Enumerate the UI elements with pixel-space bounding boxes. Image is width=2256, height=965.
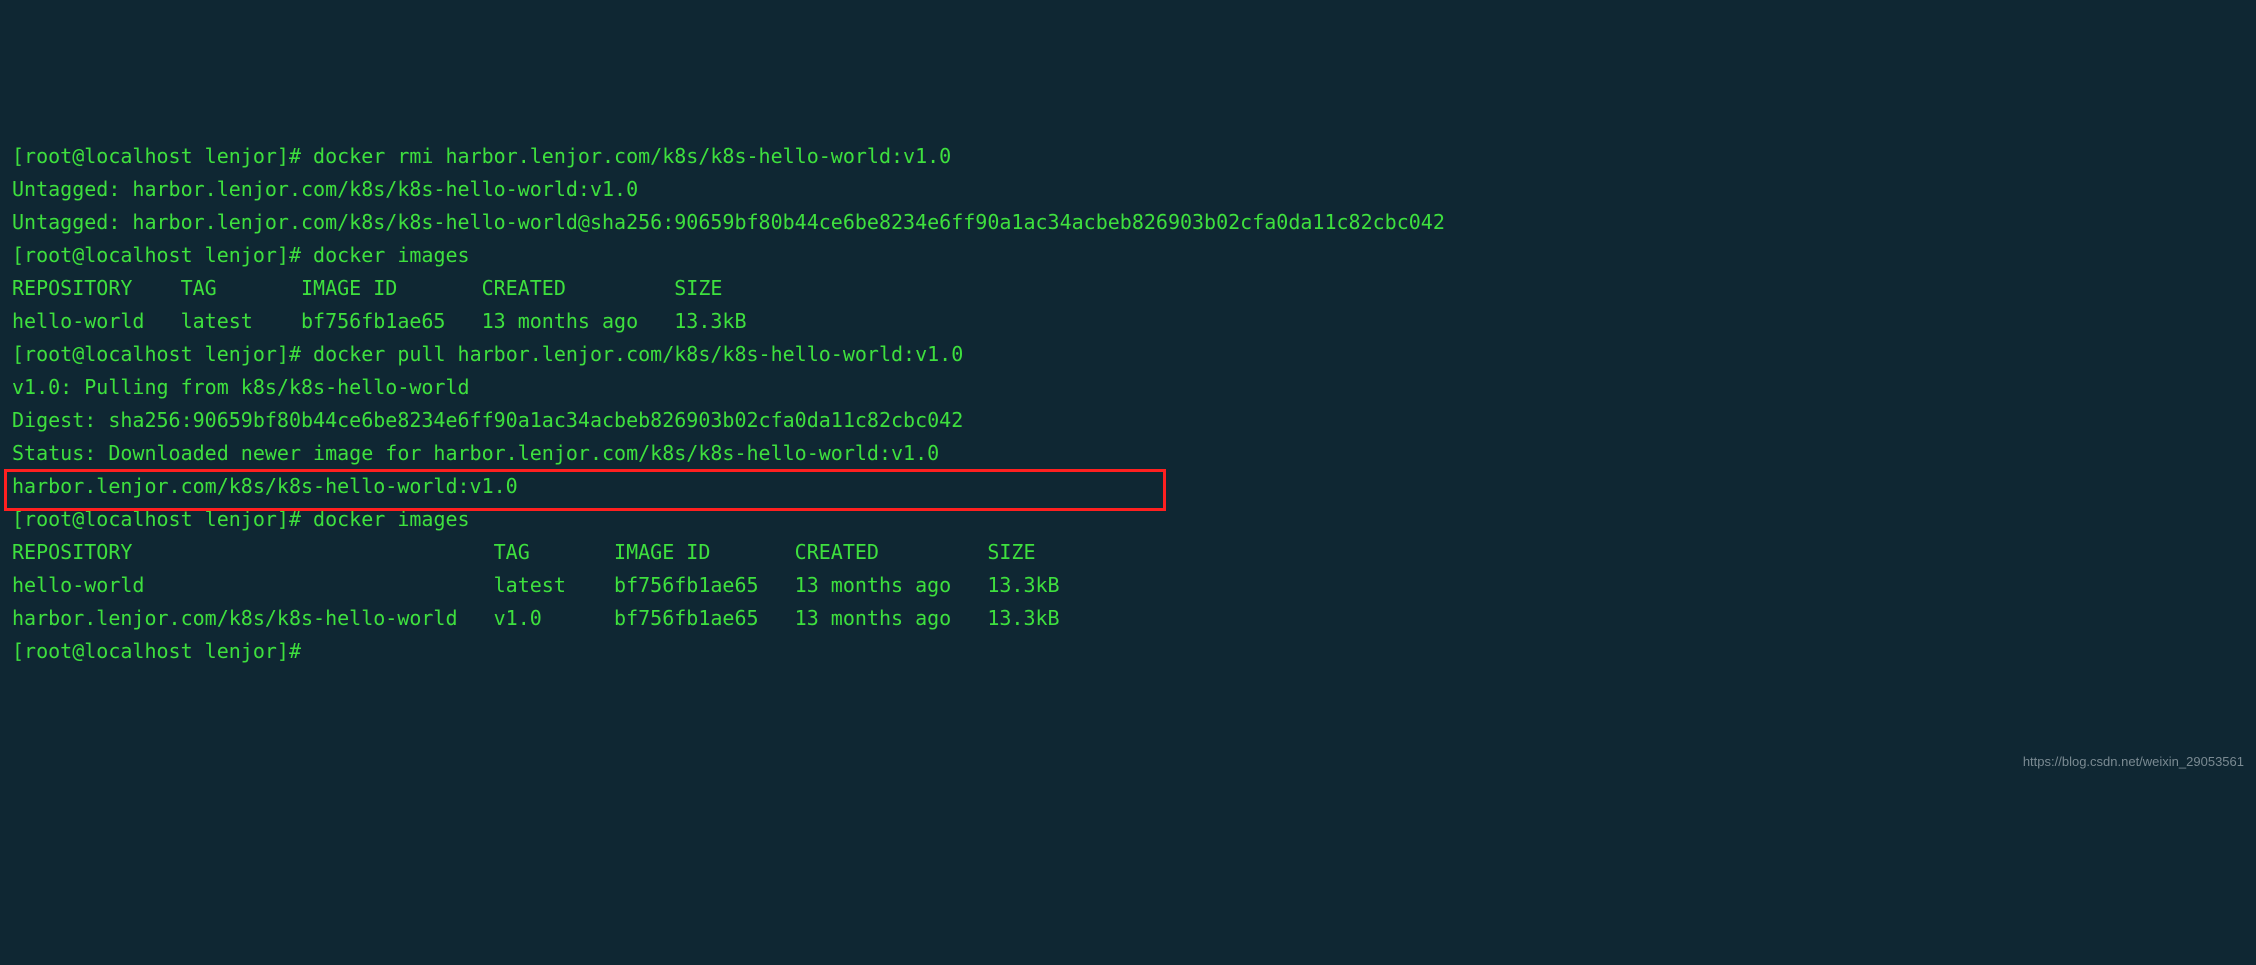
output-line: Untagged: harbor.lenjor.com/k8s/k8s-hell… — [12, 210, 1445, 234]
output-line: harbor.lenjor.com/k8s/k8s-hello-world:v1… — [12, 474, 518, 498]
output-line: REPOSITORY TAG IMAGE ID CREATED SIZE — [12, 276, 722, 300]
shell-prompt: [root@localhost lenjor]# — [12, 144, 313, 168]
shell-prompt: [root@localhost lenjor]# — [12, 342, 313, 366]
output-line: REPOSITORY TAG IMAGE ID CREATED SIZE — [12, 540, 1036, 564]
shell-prompt: [root@localhost lenjor]# — [12, 639, 313, 663]
watermark-text: https://blog.csdn.net/weixin_29053561 — [2023, 751, 2244, 772]
output-line: Digest: sha256:90659bf80b44ce6be8234e6ff… — [12, 408, 963, 432]
output-line: harbor.lenjor.com/k8s/k8s-hello-world v1… — [12, 606, 1060, 630]
command-text: docker images — [313, 507, 470, 531]
command-text: docker images — [313, 243, 470, 267]
shell-prompt: [root@localhost lenjor]# — [12, 507, 313, 531]
output-line: Untagged: harbor.lenjor.com/k8s/k8s-hell… — [12, 177, 638, 201]
output-line: hello-world latest bf756fb1ae65 13 month… — [12, 309, 747, 333]
terminal-output[interactable]: [root@localhost lenjor]# docker rmi harb… — [12, 140, 2244, 668]
output-line: hello-world latest bf756fb1ae65 13 month… — [12, 573, 1060, 597]
output-line: v1.0: Pulling from k8s/k8s-hello-world — [12, 375, 470, 399]
command-text: docker rmi harbor.lenjor.com/k8s/k8s-hel… — [313, 144, 951, 168]
command-text: docker pull harbor.lenjor.com/k8s/k8s-he… — [313, 342, 963, 366]
shell-prompt: [root@localhost lenjor]# — [12, 243, 313, 267]
output-line: Status: Downloaded newer image for harbo… — [12, 441, 939, 465]
